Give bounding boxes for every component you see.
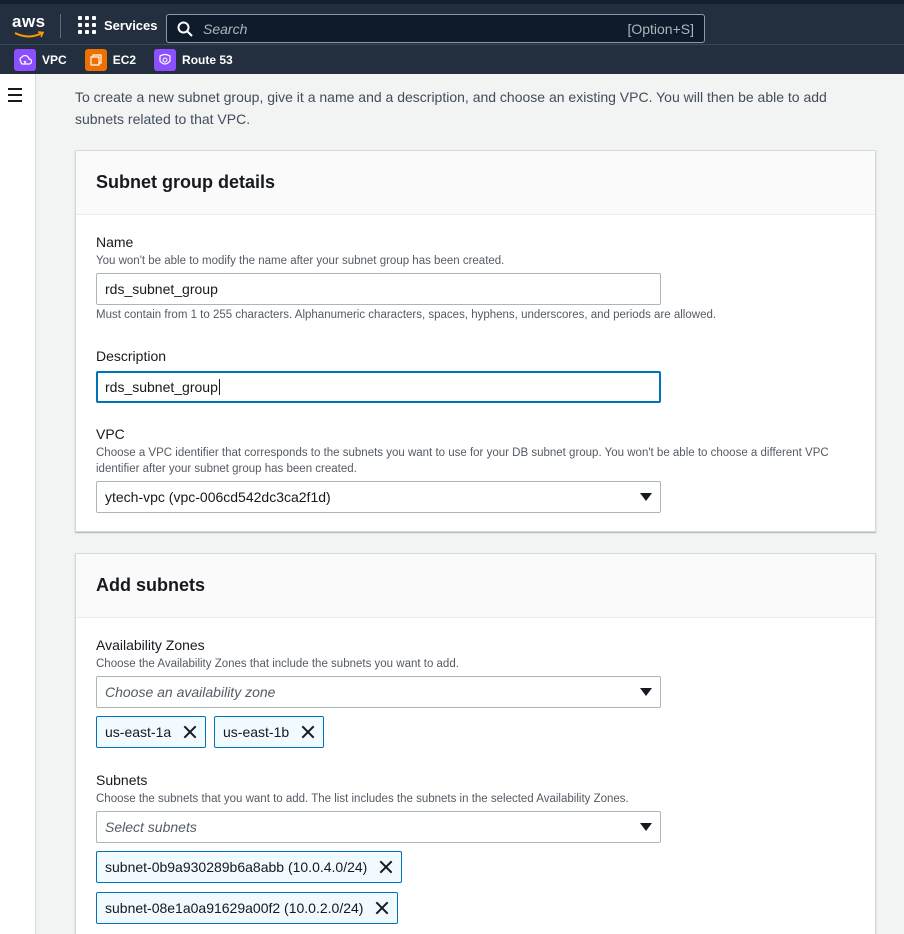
subnets-label: Subnets xyxy=(96,772,148,788)
remove-token-icon[interactable] xyxy=(379,860,393,874)
favorites-bar: VPC EC2 Route 53 xyxy=(0,44,904,74)
ec2-icon xyxy=(84,48,107,71)
smile-icon xyxy=(14,31,44,38)
page-description: To create a new subnet group, give it a … xyxy=(75,89,827,127)
favorite-route-53[interactable]: Route 53 xyxy=(154,48,233,71)
favorite-label: VPC xyxy=(42,52,67,67)
panel-header: Subnet group details xyxy=(76,151,875,215)
vpc-select[interactable]: ytech-vpc (vpc-006cd542dc3ca2f1d) xyxy=(96,481,661,513)
search-input[interactable] xyxy=(203,20,628,37)
services-label: Services xyxy=(104,17,158,33)
favorite-ec2[interactable]: EC2 xyxy=(84,48,137,71)
availability-zone-placeholder: Choose an availability zone xyxy=(105,684,276,700)
aws-logo-text: aws xyxy=(12,12,46,31)
subnets-select[interactable]: Select subnets xyxy=(96,811,661,843)
name-input-value: rds_subnet_group xyxy=(105,281,218,297)
description-label: Description xyxy=(96,348,167,364)
token-label: us-east-1a xyxy=(105,724,172,740)
name-label: Name xyxy=(96,234,134,250)
availability-zone-token: us-east-1b xyxy=(214,716,325,748)
token-label: subnet-0b9a930289b6a8abb (10.0.4.0/24) xyxy=(105,859,368,875)
remove-token-icon[interactable] xyxy=(183,725,197,739)
panel-header: Add subnets xyxy=(76,554,875,618)
name-constraint: Must contain from 1 to 255 characters. A… xyxy=(96,309,717,321)
favorite-label: Route 53 xyxy=(182,52,233,67)
description-input[interactable]: rds_subnet_group xyxy=(96,371,661,403)
caret-down-icon xyxy=(640,493,652,501)
text-cursor xyxy=(218,379,220,395)
grid-icon xyxy=(78,16,96,34)
description-input-value: rds_subnet_group xyxy=(105,379,218,395)
add-subnets-panel: Add subnets Availability Zones Choose th… xyxy=(75,553,876,934)
vpc-icon xyxy=(14,48,36,71)
favorite-vpc[interactable]: VPC xyxy=(14,48,67,71)
vpc-select-value: ytech-vpc (vpc-006cd542dc3ca2f1d) xyxy=(105,489,331,505)
name-description: You won't be able to modify the name aft… xyxy=(96,255,505,267)
divider xyxy=(60,14,61,38)
top-navigation: aws Services [Option+S] xyxy=(0,0,904,44)
panel-title: Add subnets xyxy=(96,575,206,595)
remove-token-icon[interactable] xyxy=(375,901,389,915)
side-navigation-rail xyxy=(0,74,36,934)
token-label: subnet-08e1a0a91629a00f2 (10.0.2.0/24) xyxy=(105,900,364,916)
availability-zone-token: us-east-1a xyxy=(96,716,207,748)
caret-down-icon xyxy=(640,823,652,831)
availability-zones-label: Availability Zones xyxy=(96,637,205,653)
token-label: us-east-1b xyxy=(223,724,290,740)
availability-zones-description: Choose the Availability Zones that inclu… xyxy=(96,658,459,670)
services-menu-button[interactable]: Services xyxy=(78,16,158,34)
vpc-label: VPC xyxy=(96,426,125,442)
subnet-token: subnet-08e1a0a91629a00f2 (10.0.2.0/24) xyxy=(96,892,399,924)
search-shortcut: [Option+S] xyxy=(627,20,694,37)
remove-token-icon[interactable] xyxy=(301,725,315,739)
availability-zone-select[interactable]: Choose an availability zone xyxy=(96,676,661,708)
name-input[interactable]: rds_subnet_group xyxy=(96,273,661,305)
vpc-description: Choose a VPC identifier that corresponds… xyxy=(96,447,829,475)
hamburger-menu-icon[interactable] xyxy=(8,88,24,102)
search-box[interactable]: [Option+S] xyxy=(166,14,705,43)
subnets-placeholder: Select subnets xyxy=(105,819,197,835)
search-icon xyxy=(177,21,193,37)
panel-title: Subnet group details xyxy=(96,172,276,192)
subnet-token: subnet-0b9a930289b6a8abb (10.0.4.0/24) xyxy=(96,851,403,883)
caret-down-icon xyxy=(640,688,652,696)
route53-icon xyxy=(154,48,177,71)
favorite-label: EC2 xyxy=(112,52,137,67)
aws-logo[interactable]: aws xyxy=(12,12,48,40)
subnets-description: Choose the subnets that you want to add.… xyxy=(96,793,629,805)
subnet-group-details-panel: Subnet group details Name You won't be a… xyxy=(75,150,876,532)
